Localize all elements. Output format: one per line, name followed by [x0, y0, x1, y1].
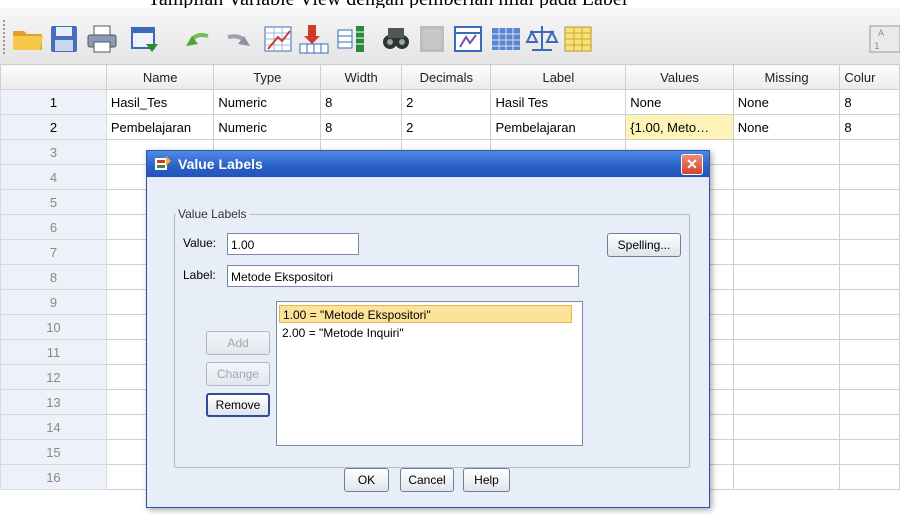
cell-missing[interactable]: None [732, 89, 841, 115]
row-number[interactable]: 13 [0, 389, 107, 415]
undo-icon[interactable] [182, 22, 218, 56]
row-number[interactable]: 12 [0, 364, 107, 390]
help-button[interactable]: Help [463, 468, 510, 492]
variables-icon[interactable] [334, 22, 370, 56]
cell-label[interactable]: Hasil Tes [490, 89, 627, 115]
value-field-label: Value: [183, 236, 217, 250]
row-number[interactable]: 1 [0, 89, 107, 115]
row-number[interactable]: 8 [0, 264, 107, 290]
cell-missing[interactable]: None [732, 114, 841, 140]
cell-values[interactable]: None [625, 89, 734, 115]
cell-width[interactable]: 8 [320, 114, 403, 140]
header-values[interactable]: Values [625, 64, 734, 90]
row-number[interactable]: 14 [0, 414, 107, 440]
select-cases-icon[interactable] [560, 22, 596, 56]
row-number[interactable]: 4 [0, 164, 107, 190]
find-icon[interactable] [378, 22, 414, 56]
row-number[interactable]: 7 [0, 239, 107, 265]
open-folder-icon[interactable] [10, 22, 46, 56]
top-caption-text: Tampilan Variable View dengan pemberian … [148, 0, 627, 8]
add-button[interactable]: Add [206, 331, 270, 355]
header-label[interactable]: Label [490, 64, 627, 90]
table-row: 2 Pembelajaran Numeric 8 2 Pembelajaran … [0, 114, 900, 140]
row-number[interactable]: 15 [0, 439, 107, 465]
cell-type[interactable]: Numeric [213, 114, 322, 140]
print-icon[interactable] [84, 22, 120, 56]
svg-text:1: 1 [874, 42, 880, 52]
header-columns[interactable]: Colur [839, 64, 900, 90]
cell-type[interactable]: Numeric [213, 89, 322, 115]
weight-cases-icon[interactable] [524, 22, 560, 56]
insert-case-icon[interactable] [414, 22, 450, 56]
row-number[interactable]: 6 [0, 214, 107, 240]
cell-decimals[interactable]: 2 [401, 114, 492, 140]
label-field-label: Label: [183, 268, 216, 282]
row-number[interactable]: 16 [0, 464, 107, 490]
row-number[interactable]: 5 [0, 189, 107, 215]
goto-variable-icon[interactable] [296, 22, 332, 56]
save-icon[interactable] [46, 22, 82, 56]
cell-name[interactable]: Hasil_Tes [105, 89, 215, 115]
dialog-body: Value Labels Value: 1.00 Label: Metode E… [147, 178, 709, 507]
table-row: 1 Hasil_Tes Numeric 8 2 Hasil Tes None N… [0, 89, 900, 115]
goto-case-icon[interactable] [260, 22, 296, 56]
toolbar-grip[interactable] [3, 20, 9, 54]
value-labels-list[interactable]: 1.00 = "Metode Ekspositori" 2.00 = "Meto… [276, 301, 583, 446]
spss-dialog-icon [155, 156, 171, 170]
remove-button[interactable]: Remove [206, 393, 270, 417]
close-button[interactable]: ✕ [681, 154, 703, 175]
cell-label[interactable]: Pembelajaran [490, 114, 627, 140]
insert-variable-icon[interactable] [450, 22, 486, 56]
label-input[interactable]: Metode Ekspositori [227, 265, 579, 287]
cell-columns[interactable]: 8 [839, 114, 900, 140]
cell-decimals[interactable]: 2 [401, 89, 492, 115]
column-header-row: Name Type Width Decimals Label Values Mi… [0, 64, 900, 90]
cell-width[interactable]: 8 [320, 89, 403, 115]
value-labels-dialog: Value Labels ✕ Value Labels Value: 1.00 … [146, 150, 710, 508]
header-missing[interactable]: Missing [732, 64, 841, 90]
value-labels-icon[interactable]: A1 [868, 22, 900, 56]
dialog-titlebar[interactable]: Value Labels ✕ [147, 151, 709, 177]
toolbar: A1 [0, 8, 900, 65]
group-legend: Value Labels [176, 207, 249, 221]
row-number[interactable]: 11 [0, 339, 107, 365]
row-number[interactable]: 3 [0, 139, 107, 165]
dialog-recall-icon[interactable] [126, 22, 162, 56]
corner-cell[interactable] [0, 64, 107, 90]
list-item[interactable]: 1.00 = "Metode Ekspositori" [279, 305, 572, 323]
row-number[interactable]: 10 [0, 314, 107, 340]
header-name[interactable]: Name [105, 64, 215, 90]
value-input[interactable]: 1.00 [227, 233, 359, 255]
change-button[interactable]: Change [206, 362, 270, 386]
list-item[interactable]: 2.00 = "Metode Inquiri" [279, 324, 407, 342]
cell-columns[interactable]: 8 [839, 89, 900, 115]
dialog-title: Value Labels [178, 156, 263, 172]
cell-values-selected[interactable]: {1.00, Meto… [625, 114, 734, 140]
row-number[interactable]: 2 [0, 114, 107, 140]
row-number[interactable]: 9 [0, 289, 107, 315]
cancel-button[interactable]: Cancel [400, 468, 454, 492]
spelling-button[interactable]: Spelling... [607, 233, 681, 257]
header-type[interactable]: Type [213, 64, 322, 90]
cell-name[interactable]: Pembelajaran [105, 114, 215, 140]
svg-text:A: A [878, 29, 885, 39]
redo-icon[interactable] [218, 22, 254, 56]
split-file-icon[interactable] [488, 22, 524, 56]
header-decimals[interactable]: Decimals [401, 64, 492, 90]
header-width[interactable]: Width [320, 64, 403, 90]
top-caption-strip: Tampilan Variable View dengan pemberian … [0, 0, 900, 8]
ok-button[interactable]: OK [344, 468, 389, 492]
